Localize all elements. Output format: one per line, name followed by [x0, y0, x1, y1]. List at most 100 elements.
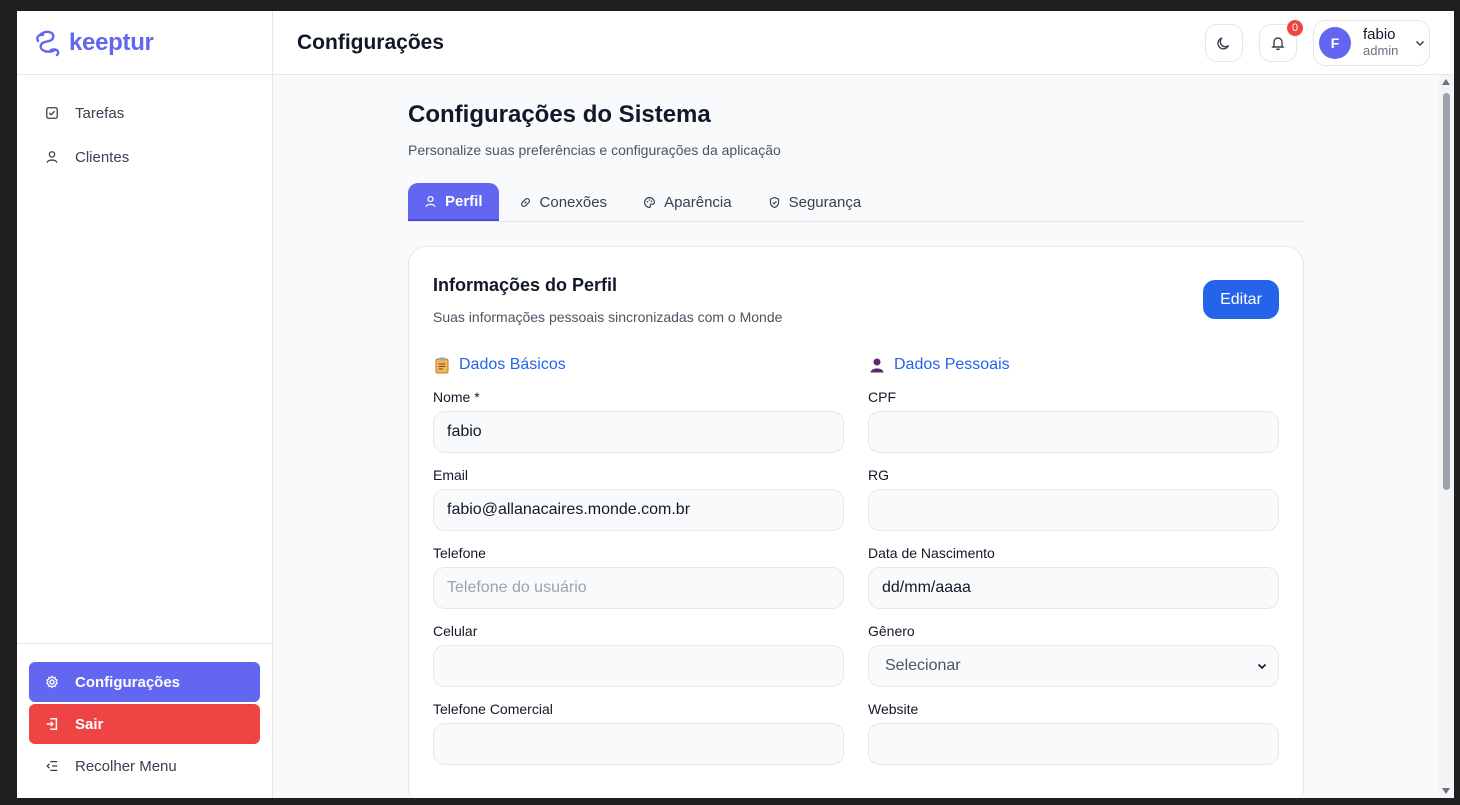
settings-container: Configurações do Sistema Personalize sua… [408, 99, 1304, 798]
settings-title: Configurações do Sistema [408, 101, 711, 128]
field-rg: RG [868, 467, 1279, 531]
sidebar-item-clientes[interactable]: Clientes [17, 135, 272, 179]
tab-conexoes[interactable]: Conexões [503, 183, 624, 221]
clipboard-icon [435, 357, 449, 374]
field-label: Gênero [868, 623, 915, 639]
field-telefone-comercial: Telefone Comercial [433, 701, 844, 765]
sidebar-item-tarefas[interactable]: Tarefas [17, 91, 272, 135]
notification-badge: 0 [1287, 20, 1303, 36]
profile-card-title: Informações do Perfil [433, 275, 618, 295]
field-genero: Gênero Selecionar [868, 623, 1279, 687]
field-label: Website [868, 701, 919, 717]
scroll-down-arrow[interactable] [1442, 788, 1450, 794]
name-input[interactable]: fabio [433, 411, 844, 453]
collapse-menu-button[interactable]: Recolher Menu [29, 746, 260, 786]
sidebar-item-label: Tarefas [75, 104, 125, 122]
sidebar-item-label: Clientes [75, 148, 130, 166]
moon-icon [1217, 37, 1230, 50]
sidebar-nav: Tarefas Clientes [17, 75, 272, 179]
notifications-button[interactable]: 0 [1259, 20, 1303, 62]
field-label: Telefone [433, 545, 486, 561]
chevron-down-icon [1257, 663, 1267, 670]
logout-icon [46, 718, 58, 730]
rg-input[interactable] [868, 489, 1279, 531]
field-label: Data de Nascimento [868, 545, 995, 561]
page-title: Configurações [297, 30, 445, 54]
top-bar: Configurações 0 F fabio admin [273, 11, 1454, 75]
logo-text: keeptur [69, 28, 154, 56]
field-email: Email fabio@allanacaires.monde.com.br [433, 467, 844, 531]
business-phone-input[interactable] [433, 723, 844, 765]
tab-label: Conexões [539, 193, 608, 211]
profile-card: Informações do Perfil Suas informações p… [408, 246, 1304, 798]
personal-data-heading: Dados Pessoais [868, 355, 1279, 375]
personal-data-column: Dados Pessoais CPF RG Data de Nascimento… [868, 355, 1279, 765]
field-label: Email [433, 467, 469, 483]
main-content: Configurações do Sistema Personalize sua… [273, 75, 1439, 798]
field-data-nascimento: Data de Nascimento dd/mm/aaaa [868, 545, 1279, 609]
gender-select[interactable]: Selecionar [868, 645, 1279, 687]
theme-toggle-button[interactable] [1205, 24, 1243, 62]
sidebar-item-configuracoes[interactable]: Configurações [29, 662, 260, 702]
sidebar: keeptur Tarefas Clientes Configurações S… [17, 11, 273, 798]
scroll-up-arrow[interactable] [1442, 79, 1450, 85]
personal-data-heading-text: Dados Pessoais [894, 356, 1010, 373]
logout-button[interactable]: Sair [29, 704, 260, 744]
settings-label: Configurações [75, 673, 181, 691]
logout-label: Sair [75, 715, 104, 733]
field-label: Nome * [433, 389, 480, 405]
user-icon [46, 151, 58, 163]
gender-select-value: Selecionar [885, 657, 961, 674]
user-info: fabio admin [1363, 27, 1398, 59]
field-label: RG [868, 467, 889, 483]
main-scrollbar[interactable] [1439, 75, 1454, 798]
tab-label: Perfil [445, 192, 483, 210]
user-role: admin [1363, 43, 1399, 58]
edit-button[interactable]: Editar [1203, 280, 1279, 319]
square-check-icon [46, 107, 58, 119]
field-label: Celular [433, 623, 478, 639]
gear-icon [46, 675, 58, 689]
user-icon [425, 195, 436, 207]
user-menu[interactable]: F fabio admin [1313, 20, 1430, 66]
phone-input[interactable]: Telefone do usuário [433, 567, 844, 609]
cpf-input[interactable] [868, 411, 1279, 453]
palette-icon [644, 196, 656, 208]
user-name: fabio [1363, 26, 1396, 43]
field-celular: Celular [433, 623, 844, 687]
settings-subtitle: Personalize suas preferências e configur… [408, 142, 781, 158]
logo[interactable]: keeptur [17, 11, 272, 75]
tab-aparencia[interactable]: Aparência [627, 183, 748, 221]
scroll-thumb[interactable] [1443, 93, 1450, 490]
profile-card-subtitle: Suas informações pessoais sincronizadas … [433, 309, 783, 325]
settings-tabs: Perfil Conexões Aparência Segurança [408, 183, 1304, 222]
chevron-down-icon [1416, 40, 1425, 47]
website-input[interactable] [868, 723, 1279, 765]
birthdate-input[interactable]: dd/mm/aaaa [868, 567, 1279, 609]
tab-label: Aparência [664, 193, 732, 211]
collapse-label: Recolher Menu [75, 757, 177, 775]
bell-icon [1271, 37, 1285, 51]
mobile-input[interactable] [433, 645, 844, 687]
shield-check-icon [769, 196, 779, 208]
app-window: keeptur Tarefas Clientes Configurações S… [17, 11, 1454, 798]
field-label: CPF [868, 389, 896, 405]
link-icon [520, 197, 530, 207]
sidebar-footer: Configurações Sair Recolher Menu [17, 643, 272, 798]
field-website: Website [868, 701, 1279, 765]
tab-perfil[interactable]: Perfil [408, 183, 499, 221]
basic-data-heading-text: Dados Básicos [459, 356, 566, 373]
field-telefone: Telefone Telefone do usuário [433, 545, 844, 609]
top-actions: 0 F fabio admin [1205, 20, 1430, 66]
field-cpf: CPF [868, 389, 1279, 453]
field-label: Telefone Comercial [433, 701, 553, 717]
email-input[interactable]: fabio@allanacaires.monde.com.br [433, 489, 844, 531]
tab-seguranca[interactable]: Segurança [752, 183, 878, 221]
basic-data-heading: Dados Básicos [433, 355, 844, 375]
basic-data-column: Dados Básicos Nome * fabio Email fabio@a… [433, 355, 844, 765]
avatar: F [1319, 27, 1351, 59]
field-nome: Nome * fabio [433, 389, 844, 453]
person-silhouette-icon [870, 358, 884, 373]
collapse-menu-icon [46, 760, 58, 772]
tab-label: Segurança [788, 193, 862, 211]
